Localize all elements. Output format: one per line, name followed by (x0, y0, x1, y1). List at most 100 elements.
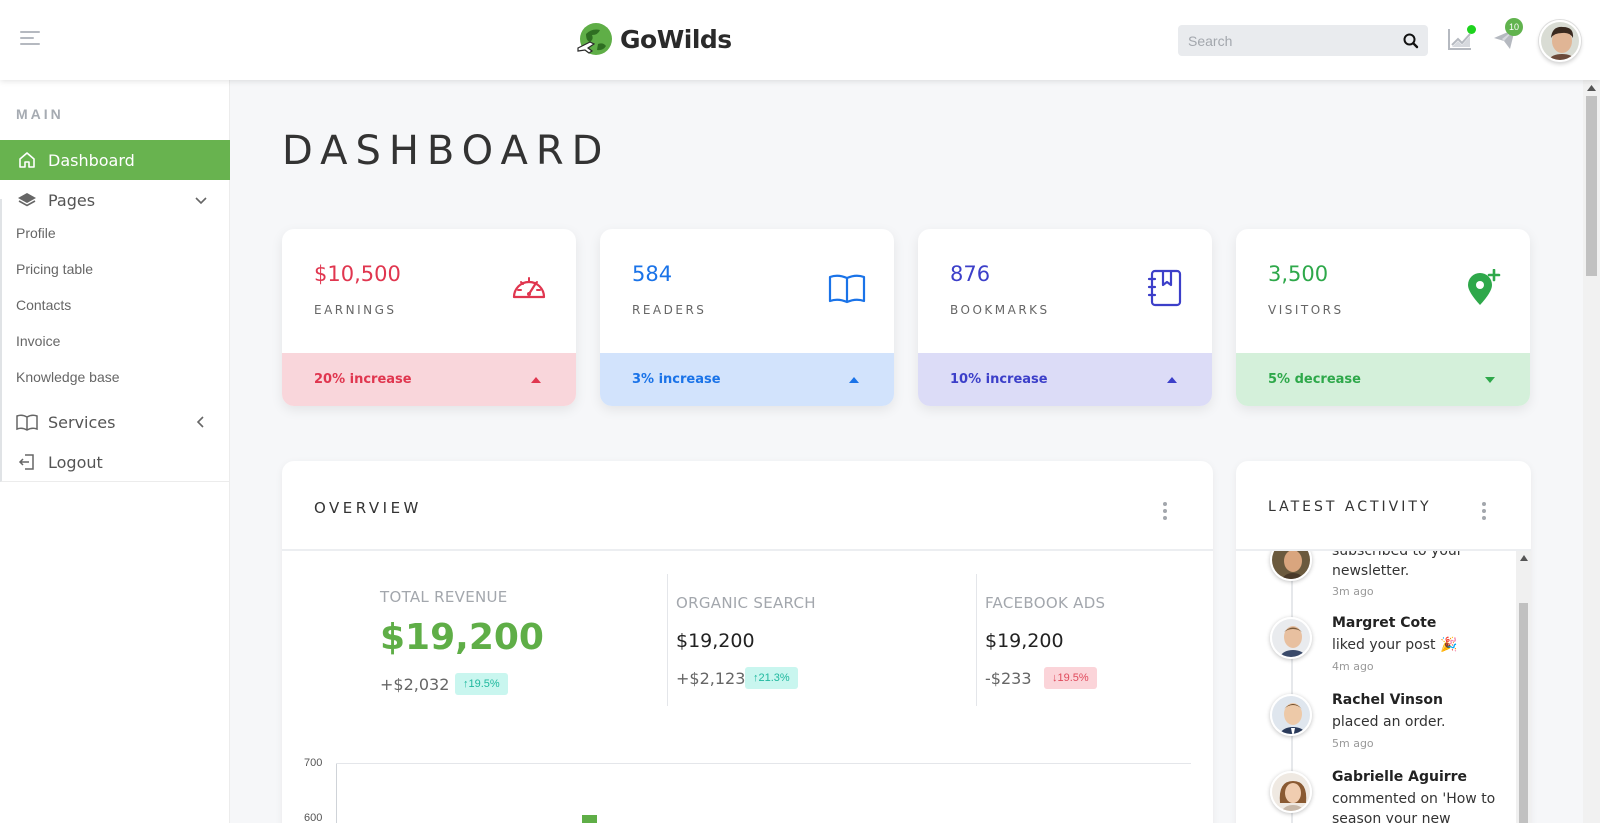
metric-label: TOTAL REVENUE (380, 588, 508, 606)
metric-delta: -$233 (985, 669, 1032, 688)
search-input[interactable] (1178, 25, 1388, 56)
avatar (1270, 694, 1312, 736)
scroll-up-arrow-icon[interactable] (1520, 555, 1528, 561)
search-icon[interactable] (1402, 32, 1420, 50)
stat-label: READERS (632, 303, 707, 317)
divider (976, 574, 977, 706)
metric-change-badge: ↑21.3% (745, 667, 798, 689)
latest-activity-panel: LATEST ACTIVITY subscribed to your newsl… (1236, 461, 1531, 823)
stat-card-readers[interactable]: 584 READERS 3% increase (600, 229, 894, 406)
submenu-item-invoice[interactable]: Invoice (16, 333, 60, 349)
submenu-item-profile[interactable]: Profile (16, 225, 56, 241)
stat-label: BOOKMARKS (950, 303, 1050, 317)
notebook-bookmark-icon (1147, 269, 1182, 307)
top-header: GoWilds 10 (0, 0, 1600, 80)
trend-up-icon (531, 377, 541, 383)
activity-time: 3m ago (1332, 585, 1374, 598)
stat-footer-text: 20% increase (314, 372, 412, 387)
stat-value: 3,500 (1268, 262, 1329, 286)
trend-up-icon (1167, 377, 1177, 383)
metric-label: ORGANIC SEARCH (676, 594, 816, 612)
chart-y-axis (336, 763, 337, 823)
stat-card-bookmarks[interactable]: 876 BOOKMARKS 10% increase (918, 229, 1212, 406)
activity-text: placed an order. (1332, 714, 1446, 730)
hamburger-menu-icon[interactable] (20, 31, 42, 47)
speedometer-icon (512, 277, 546, 299)
metric-value: $19,200 (985, 630, 1064, 652)
metric-label: FACEBOOK ADS (985, 594, 1106, 612)
submenu-item-pricing-table[interactable]: Pricing table (16, 261, 93, 277)
stat-card-visitors[interactable]: 3,500 VISITORS 5% decrease (1236, 229, 1530, 406)
activity-user-name[interactable]: Rachel Vinson (1332, 692, 1443, 708)
activity-text: liked your post 🎉 (1332, 637, 1458, 653)
avatar (1270, 771, 1312, 813)
scroll-thumb[interactable] (1586, 96, 1597, 276)
home-icon (16, 149, 38, 171)
sidebar-item-dashboard[interactable]: Dashboard (0, 140, 230, 180)
stat-footer: 3% increase (600, 353, 894, 406)
metric-value: $19,200 (380, 617, 544, 658)
metric-change-badge: ↓19.5% (1044, 667, 1097, 689)
stat-value: 584 (632, 262, 673, 286)
analytics-chart-icon[interactable] (1447, 25, 1476, 52)
sidebar-item-label: Logout (48, 452, 103, 472)
stat-label: EARNINGS (314, 303, 397, 317)
sidebar-item-label: Dashboard (48, 150, 135, 170)
more-options-icon[interactable] (1163, 502, 1167, 520)
stat-footer-text: 10% increase (950, 372, 1048, 387)
search-box (1178, 25, 1428, 56)
activity-time: 4m ago (1332, 660, 1374, 673)
activity-scrollbar[interactable] (1516, 551, 1531, 823)
activity-text: subscribed to your newsletter. (1332, 551, 1463, 579)
stat-card-earnings[interactable]: $10,500 EARNINGS 20% increase (282, 229, 576, 406)
submenu-item-contacts[interactable]: Contacts (16, 297, 71, 313)
globe-airplane-icon (577, 23, 612, 55)
stat-label: VISITORS (1268, 303, 1344, 317)
stat-footer-text: 3% increase (632, 372, 721, 387)
trend-up-icon (849, 377, 859, 383)
activity-user-name[interactable]: Gabrielle Aguirre (1332, 769, 1467, 785)
stat-footer: 5% decrease (1236, 353, 1530, 406)
online-status-dot (1467, 25, 1476, 34)
brand-logo[interactable]: GoWilds (576, 20, 732, 58)
user-avatar[interactable] (1539, 20, 1581, 62)
divider (282, 549, 1213, 551)
stat-footer: 20% increase (282, 353, 576, 406)
page-title: DASHBOARD (282, 128, 611, 174)
chart-bar (582, 815, 597, 823)
open-book-icon (828, 274, 866, 304)
activity-list: subscribed to your newsletter. 3m ago Ma… (1236, 551, 1531, 823)
activity-text: commented on 'How to season your new (1332, 791, 1496, 823)
metric-delta: +$2,123 (676, 669, 746, 688)
activity-user-name[interactable]: Margret Cote (1332, 615, 1436, 631)
stat-footer-text: 5% decrease (1268, 372, 1361, 387)
sidebar-item-services[interactable]: Services (0, 402, 230, 442)
metric-delta: +$2,032 (380, 675, 450, 694)
brand-name: GoWilds (620, 24, 732, 54)
book-open-icon (16, 411, 38, 433)
overview-panel: OVERVIEW TOTAL REVENUE $19,200 +$2,032 ↑… (282, 461, 1213, 823)
more-options-icon[interactable] (1482, 502, 1486, 520)
stat-footer: 10% increase (918, 353, 1212, 406)
scroll-thumb[interactable] (1519, 603, 1528, 823)
page-scrollbar[interactable] (1583, 80, 1600, 823)
trend-down-icon (1485, 377, 1495, 383)
stat-value: 876 (950, 262, 991, 286)
location-add-icon (1468, 269, 1501, 305)
metric-change-badge: ↑19.5% (455, 673, 508, 695)
paper-plane-icon[interactable]: 10 (1492, 18, 1523, 52)
scroll-up-arrow-icon[interactable] (1587, 85, 1596, 91)
divider (667, 574, 668, 706)
metric-value: $19,200 (676, 630, 755, 652)
chart-gridline (336, 763, 1191, 764)
chevron-left-icon (196, 416, 204, 428)
chart-tick-label: 600 (304, 812, 323, 823)
sidebar-section-label: MAIN (16, 106, 64, 122)
sidebar-item-logout[interactable]: Logout (0, 442, 230, 482)
avatar (1270, 617, 1312, 659)
activity-title: LATEST ACTIVITY (1268, 499, 1432, 515)
sidebar: MAIN Dashboard Pages Profile Pricing tab… (0, 80, 230, 823)
notification-count-badge: 10 (1505, 18, 1523, 36)
stat-value: $10,500 (314, 262, 401, 286)
submenu-item-knowledge-base[interactable]: Knowledge base (16, 369, 120, 385)
